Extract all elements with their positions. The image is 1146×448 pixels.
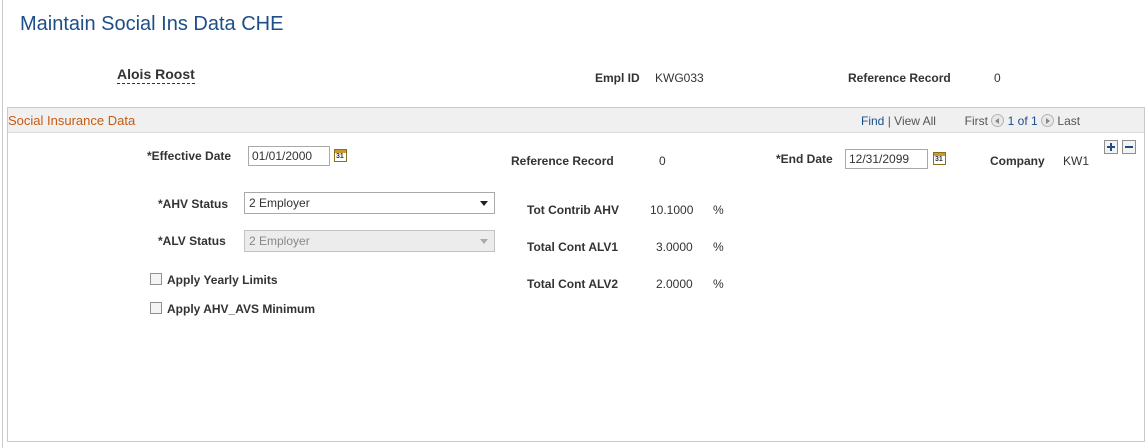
view-all-link[interactable]: View All: [894, 114, 936, 128]
plus-icon[interactable]: [1104, 140, 1118, 154]
section-title: Social Insurance Data: [8, 113, 136, 128]
total-cont-alv2-unit: %: [713, 277, 724, 291]
alv-status-select: 2 Employer: [244, 230, 495, 252]
section-nav: Find | View All First 1 of 1 Last: [861, 114, 1080, 128]
apply-ahv-avs-minimum-checkbox[interactable]: [150, 302, 162, 314]
chevron-down-icon: [480, 239, 488, 244]
nav-separator: |: [887, 114, 891, 128]
ahv-status-label: *AHV Status: [158, 197, 229, 211]
end-date-field[interactable]: 12/31/2099: [845, 149, 928, 169]
calendar-icon[interactable]: 31: [334, 149, 347, 162]
company-label: Company: [990, 154, 1045, 168]
total-cont-alv2-label: Total Cont ALV2: [527, 277, 619, 291]
row-counter: 1 of 1: [1007, 114, 1038, 128]
total-cont-alv1-unit: %: [713, 240, 724, 254]
total-cont-alv1-label: Total Cont ALV1: [527, 240, 619, 254]
alv-status-label: *ALV Status: [158, 234, 226, 248]
effective-date-field[interactable]: 01/01/2000: [248, 146, 330, 166]
apply-yearly-limits-label: Apply Yearly Limits: [167, 273, 278, 287]
find-link[interactable]: Find: [861, 114, 884, 128]
first-link[interactable]: First: [965, 114, 988, 128]
page-title: Maintain Social Ins Data CHE: [20, 13, 284, 35]
empl-id-label: Empl ID: [595, 71, 640, 85]
total-cont-alv2-value: 2.0000: [656, 277, 693, 291]
tot-contrib-ahv-label: Tot Contrib AHV: [527, 203, 619, 217]
calendar-icon[interactable]: 31: [933, 152, 946, 165]
apply-yearly-limits-checkbox[interactable]: [150, 273, 162, 285]
reference-record-label: Reference Record: [511, 154, 614, 168]
ahv-status-value: 2 Employer: [249, 196, 310, 210]
chevron-down-icon: [480, 201, 488, 206]
company-value: KW1: [1063, 154, 1090, 168]
ahv-status-select[interactable]: 2 Employer: [244, 192, 495, 214]
header-reference-record-label: Reference Record: [848, 71, 951, 85]
previous-icon[interactable]: [991, 114, 1005, 127]
effective-date-label: *Effective Date: [147, 149, 232, 163]
employee-name: Alois Roost: [117, 66, 195, 84]
tot-contrib-ahv-unit: %: [713, 203, 724, 217]
header-reference-record-value: 0: [994, 71, 1001, 85]
tot-contrib-ahv-value: 10.1000: [650, 203, 694, 217]
next-icon[interactable]: [1041, 114, 1055, 127]
minus-icon[interactable]: [1122, 140, 1136, 154]
alv-status-value: 2 Employer: [249, 234, 310, 248]
end-date-label: *End Date: [776, 152, 833, 166]
apply-ahv-avs-minimum-label: Apply AHV_AVS Minimum: [167, 302, 316, 316]
total-cont-alv1-value: 3.0000: [656, 240, 693, 254]
page-frame-border: [2, 0, 3, 448]
reference-record-value: 0: [659, 154, 666, 168]
empl-id-value: KWG033: [655, 71, 704, 85]
section-header: Social Insurance Data Find | View All Fi…: [8, 108, 1144, 133]
last-link[interactable]: Last: [1057, 114, 1080, 128]
